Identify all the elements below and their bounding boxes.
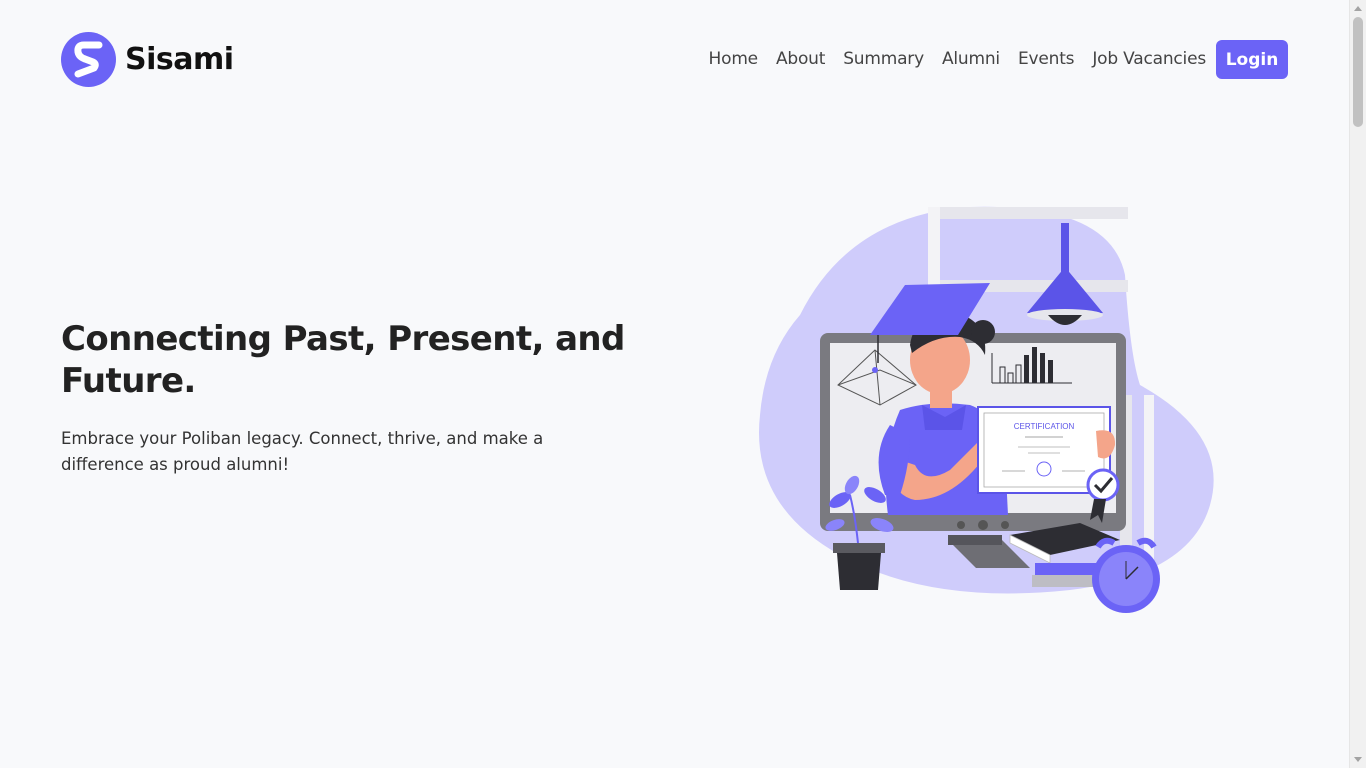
page-scrollbar[interactable] bbox=[1349, 0, 1366, 768]
graduate-illustration: CERTIFICATION bbox=[740, 195, 1240, 625]
scroll-down-icon[interactable] bbox=[1354, 757, 1362, 762]
logo-s-icon bbox=[61, 32, 116, 87]
nav-events[interactable]: Events bbox=[1018, 40, 1075, 79]
scroll-up-icon[interactable] bbox=[1354, 6, 1362, 11]
nav-summary[interactable]: Summary bbox=[843, 40, 924, 79]
nav-home[interactable]: Home bbox=[709, 40, 759, 79]
scroll-thumb[interactable] bbox=[1353, 17, 1363, 127]
brand-name: Sisami bbox=[125, 42, 234, 77]
nav-job-vacancies[interactable]: Job Vacancies bbox=[1092, 40, 1206, 79]
login-button[interactable]: Login bbox=[1216, 40, 1288, 79]
brand-logo[interactable]: Sisami bbox=[61, 32, 234, 87]
nav-about[interactable]: About bbox=[776, 40, 825, 79]
page: Sisami Home About Summary Alumni Events … bbox=[0, 0, 1349, 768]
hero-title: Connecting Past, Present, and Future. bbox=[61, 319, 625, 401]
main-nav: Home About Summary Alumni Events Job Vac… bbox=[709, 40, 1288, 79]
nav-alumni[interactable]: Alumni bbox=[942, 40, 1000, 79]
hero-subtitle: Embrace your Poliban legacy. Connect, th… bbox=[61, 429, 544, 474]
certificate-label: CERTIFICATION bbox=[1014, 422, 1075, 431]
